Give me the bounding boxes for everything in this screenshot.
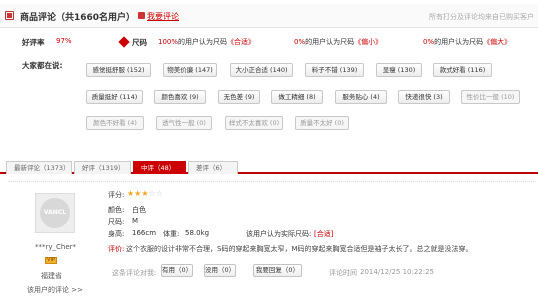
avatar-placeholder: VANCL [40, 198, 70, 228]
tags-label: 大家都在说: [22, 61, 63, 70]
user-name: ***ry_Cher* [35, 243, 77, 251]
tag-button[interactable]: 物美价廉 (147) [163, 63, 217, 77]
pencil-icon[interactable] [138, 12, 145, 19]
tag-button[interactable]: 样式不太喜欢 (0) [225, 116, 283, 130]
review-tabs: 最新评论（1373） 好评（1319） 中评（48） 差评（6） [0, 161, 538, 174]
fit-text: 该用户认为实际尺码: [246, 230, 312, 238]
fit-text: 的用户认为尺码 [434, 38, 484, 46]
weight-value: 58.0kg [185, 229, 210, 237]
tag-button[interactable]: 快递很快 (3) [398, 90, 450, 104]
tag-button[interactable]: 质量挺好 (114) [86, 90, 143, 104]
star-icon: ☆ [155, 189, 163, 198]
useful-button[interactable]: 有用（0） [161, 264, 193, 277]
rate-prompt: 这条评论对我: [112, 269, 157, 277]
user-reviews-link[interactable]: 该用户的评论 >> [27, 285, 83, 295]
avatar: VANCL [35, 193, 75, 233]
tag-button[interactable]: 感觉挺舒服 (152) [86, 63, 151, 77]
fit-item-fit: 100%的用户认为尺码《合适》 [158, 37, 255, 47]
size-label: 尺码: [108, 218, 125, 226]
fit-item-small: 0%的用户认为尺码《偏小》 [294, 37, 382, 47]
fit-value: [合适] [314, 230, 334, 238]
tab-latest[interactable]: 最新评论（1373） [6, 161, 72, 174]
fit-pct: 100% [158, 38, 179, 46]
tab-neutral[interactable]: 中评（48） [133, 161, 186, 174]
tag-button[interactable]: 做工精细 (8) [271, 90, 323, 104]
star-icon: ★ [141, 189, 149, 198]
score-label: 评分: [108, 191, 125, 199]
tag-button[interactable]: 大小正合适 (140) [230, 63, 293, 77]
comment-text: 这个衣服的设计非常不合理，S码的穿起来胸宽太窄，M码的穿起来胸宽合适但是袖子太长… [126, 245, 473, 253]
fit-item-large: 0%的用户认为尺码《偏大》 [423, 37, 511, 47]
height-value: 166cm [132, 229, 157, 237]
tag-button[interactable]: 颜色不好看 (4) [86, 116, 144, 130]
height-label: 身高: [108, 230, 125, 238]
size-fit-icon [118, 36, 130, 48]
color-value: 白色 [132, 206, 146, 214]
fit-text: 的用户认为尺码 [178, 38, 228, 46]
good-rate-label: 好评率 [22, 38, 45, 47]
tag-button[interactable]: 性价比一般 (10) [461, 90, 520, 104]
fit-verdict: 《偏大》 [483, 38, 512, 46]
user-location: 福建省 [41, 272, 62, 280]
tag-button[interactable]: 颜色喜欢 (9) [154, 90, 206, 104]
section-title: 商品评论（共1660名用户） [20, 13, 136, 23]
tab-positive[interactable]: 好评（1319） [74, 161, 131, 174]
reply-button[interactable]: 我要回复（0） [253, 264, 302, 277]
divider [8, 181, 536, 182]
review-header: 商品评论（共1660名用户） 我要评论 所有打分及评论均来自已购买客户 [0, 4, 538, 28]
vip-badge: VIP [45, 257, 57, 264]
size-fit-label: 尺码 [132, 38, 147, 47]
fit-text: 的用户认为尺码 [305, 38, 355, 46]
time-value: 2014/12/25 10:22:25 [360, 268, 435, 276]
star-icon: ☆ [148, 189, 156, 198]
tab-negative[interactable]: 差评（6） [188, 161, 238, 174]
write-review-link[interactable]: 我要评论 [147, 11, 179, 22]
header-note: 所有打分及评论均来自已购买客户 [429, 13, 534, 21]
fit-verdict: 《偏小》 [354, 38, 383, 46]
star-rating: ★★★☆☆ [127, 190, 163, 198]
useless-button[interactable]: 没用（0） [204, 264, 236, 277]
tag-button[interactable]: 无色差 (9) [218, 90, 260, 104]
fit-pct: 0% [423, 38, 435, 46]
tag-button[interactable]: 显瘦 (130) [376, 63, 422, 77]
comment-label: 评价: [108, 245, 125, 253]
tag-button[interactable]: 料子不错 (139) [305, 63, 364, 77]
tag-button[interactable]: 透气性一般 (0) [156, 116, 212, 130]
tag-button[interactable]: 质量不太好 (0) [295, 116, 349, 130]
color-label: 颜色: [108, 206, 125, 214]
tag-button[interactable]: 服务贴心 (4) [335, 90, 387, 104]
weight-label: 体重: [163, 230, 180, 238]
time-label: 评论时间 [329, 269, 357, 277]
size-value: M [132, 217, 139, 225]
fit-verdict: 《合适》 [227, 38, 256, 46]
tag-button[interactable]: 款式好看 (116) [433, 63, 492, 77]
fit-pct: 0% [294, 38, 306, 46]
good-rate-value: 97% [56, 37, 72, 45]
comment-icon [5, 11, 14, 20]
